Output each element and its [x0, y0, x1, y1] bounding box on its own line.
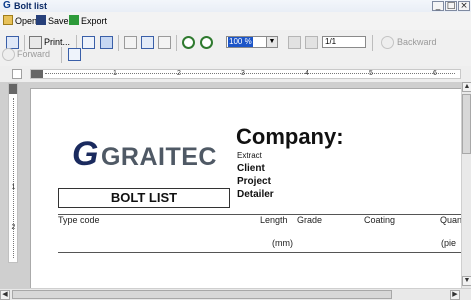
vertical-ruler-marker	[9, 84, 17, 94]
graitec-g-icon: G	[72, 135, 99, 173]
quantity-unit: (pie	[441, 238, 457, 248]
save-label: Save	[48, 16, 69, 26]
vertical-scrollbar[interactable]: ▲ ▼	[461, 82, 471, 288]
ruler-margin-marker	[31, 70, 43, 78]
ruler-number: 6	[433, 70, 437, 77]
forward-button[interactable]: Forward	[17, 47, 50, 62]
maximize-button[interactable]: □	[445, 1, 457, 11]
toolbar-separator	[372, 35, 373, 51]
window-title: Bolt list	[14, 1, 47, 11]
export-label: Export	[81, 16, 108, 26]
client-label: Client	[237, 163, 265, 174]
export-menu-item[interactable]: Export	[69, 14, 107, 28]
company-label: Company:	[236, 124, 344, 149]
logo-text: GRAITEC	[100, 143, 217, 171]
report-title: BOLT LIST	[58, 188, 230, 208]
multi-page-icon[interactable]	[141, 36, 154, 49]
toolbar-separator	[118, 35, 119, 51]
edit-pen-icon[interactable]	[68, 48, 81, 61]
toolbar-separator	[61, 47, 62, 63]
zoom-in-icon[interactable]	[182, 36, 195, 49]
backward-icon	[381, 36, 394, 49]
scroll-down-icon[interactable]: ▼	[462, 276, 471, 286]
backward-button[interactable]: Backward	[397, 35, 437, 50]
horizontal-scrollbar[interactable]: ◀ ▶	[0, 288, 471, 300]
zoom-select[interactable]: 100 % ▼	[226, 36, 278, 48]
column-header-grade: Grade	[297, 215, 323, 225]
export-icon	[69, 15, 79, 25]
graitec-logo: GGRAITEC	[72, 135, 217, 174]
menu-bar: Open Save Export	[0, 12, 471, 31]
scroll-right-icon[interactable]: ▶	[450, 290, 460, 300]
open-menu-item[interactable]: Open	[3, 14, 37, 28]
ruler-number: 1	[113, 70, 117, 77]
column-header-quantity: Quan	[440, 215, 463, 225]
project-label: Project	[237, 176, 271, 187]
column-header-type-code: Type code	[58, 215, 100, 225]
ruler-number: 3	[241, 70, 245, 77]
page-setup-icon[interactable]	[82, 36, 95, 49]
page-number-field[interactable]: 1/1	[322, 36, 366, 48]
disk-icon	[36, 15, 46, 25]
forward-icon	[2, 48, 15, 61]
length-unit: (mm)	[272, 238, 293, 248]
table-header-bottom-rule	[58, 252, 461, 253]
column-header-length: Length	[260, 215, 288, 225]
column-header-coating: Coating	[364, 215, 396, 225]
scroll-up-icon[interactable]: ▲	[462, 82, 471, 92]
folder-icon	[3, 15, 13, 25]
detailer-label: Detailer	[237, 189, 274, 200]
app-icon: G	[3, 0, 11, 11]
horizontal-scroll-thumb[interactable]	[12, 290, 392, 299]
toolbar-separator	[176, 35, 177, 51]
zoom-value: 100 %	[228, 37, 253, 47]
previous-page-icon[interactable]	[305, 36, 318, 49]
vertical-ruler-number: 1	[11, 184, 16, 191]
ruler-ticks	[45, 73, 455, 75]
vertical-ruler-ticks	[13, 98, 15, 258]
save-menu-item[interactable]: Save	[36, 14, 69, 28]
ruler-bar: 1 2 3 4 5 6	[0, 66, 471, 83]
page-width-icon[interactable]	[158, 36, 171, 49]
horizontal-ruler: 1 2 3 4 5 6	[30, 69, 461, 79]
ruler-number: 5	[369, 70, 373, 77]
zoom-out-icon[interactable]	[200, 36, 213, 49]
open-label: Open	[15, 16, 38, 26]
single-page-icon[interactable]	[124, 36, 137, 49]
binoculars-icon[interactable]	[100, 36, 113, 49]
minimize-button[interactable]: _	[432, 1, 444, 11]
ruler-corner	[12, 69, 22, 79]
ruler-number: 4	[305, 70, 309, 77]
extract-label: Extract	[237, 151, 262, 160]
chevron-down-icon: ▼	[266, 37, 277, 47]
ruler-number: 2	[177, 70, 181, 77]
vertical-ruler: 1 2	[8, 83, 18, 263]
scroll-left-icon[interactable]: ◀	[0, 290, 10, 300]
vertical-scroll-thumb[interactable]	[462, 94, 471, 154]
close-button[interactable]: ×	[458, 1, 470, 11]
first-page-icon[interactable]	[288, 36, 301, 49]
vertical-ruler-number: 2	[11, 224, 16, 231]
